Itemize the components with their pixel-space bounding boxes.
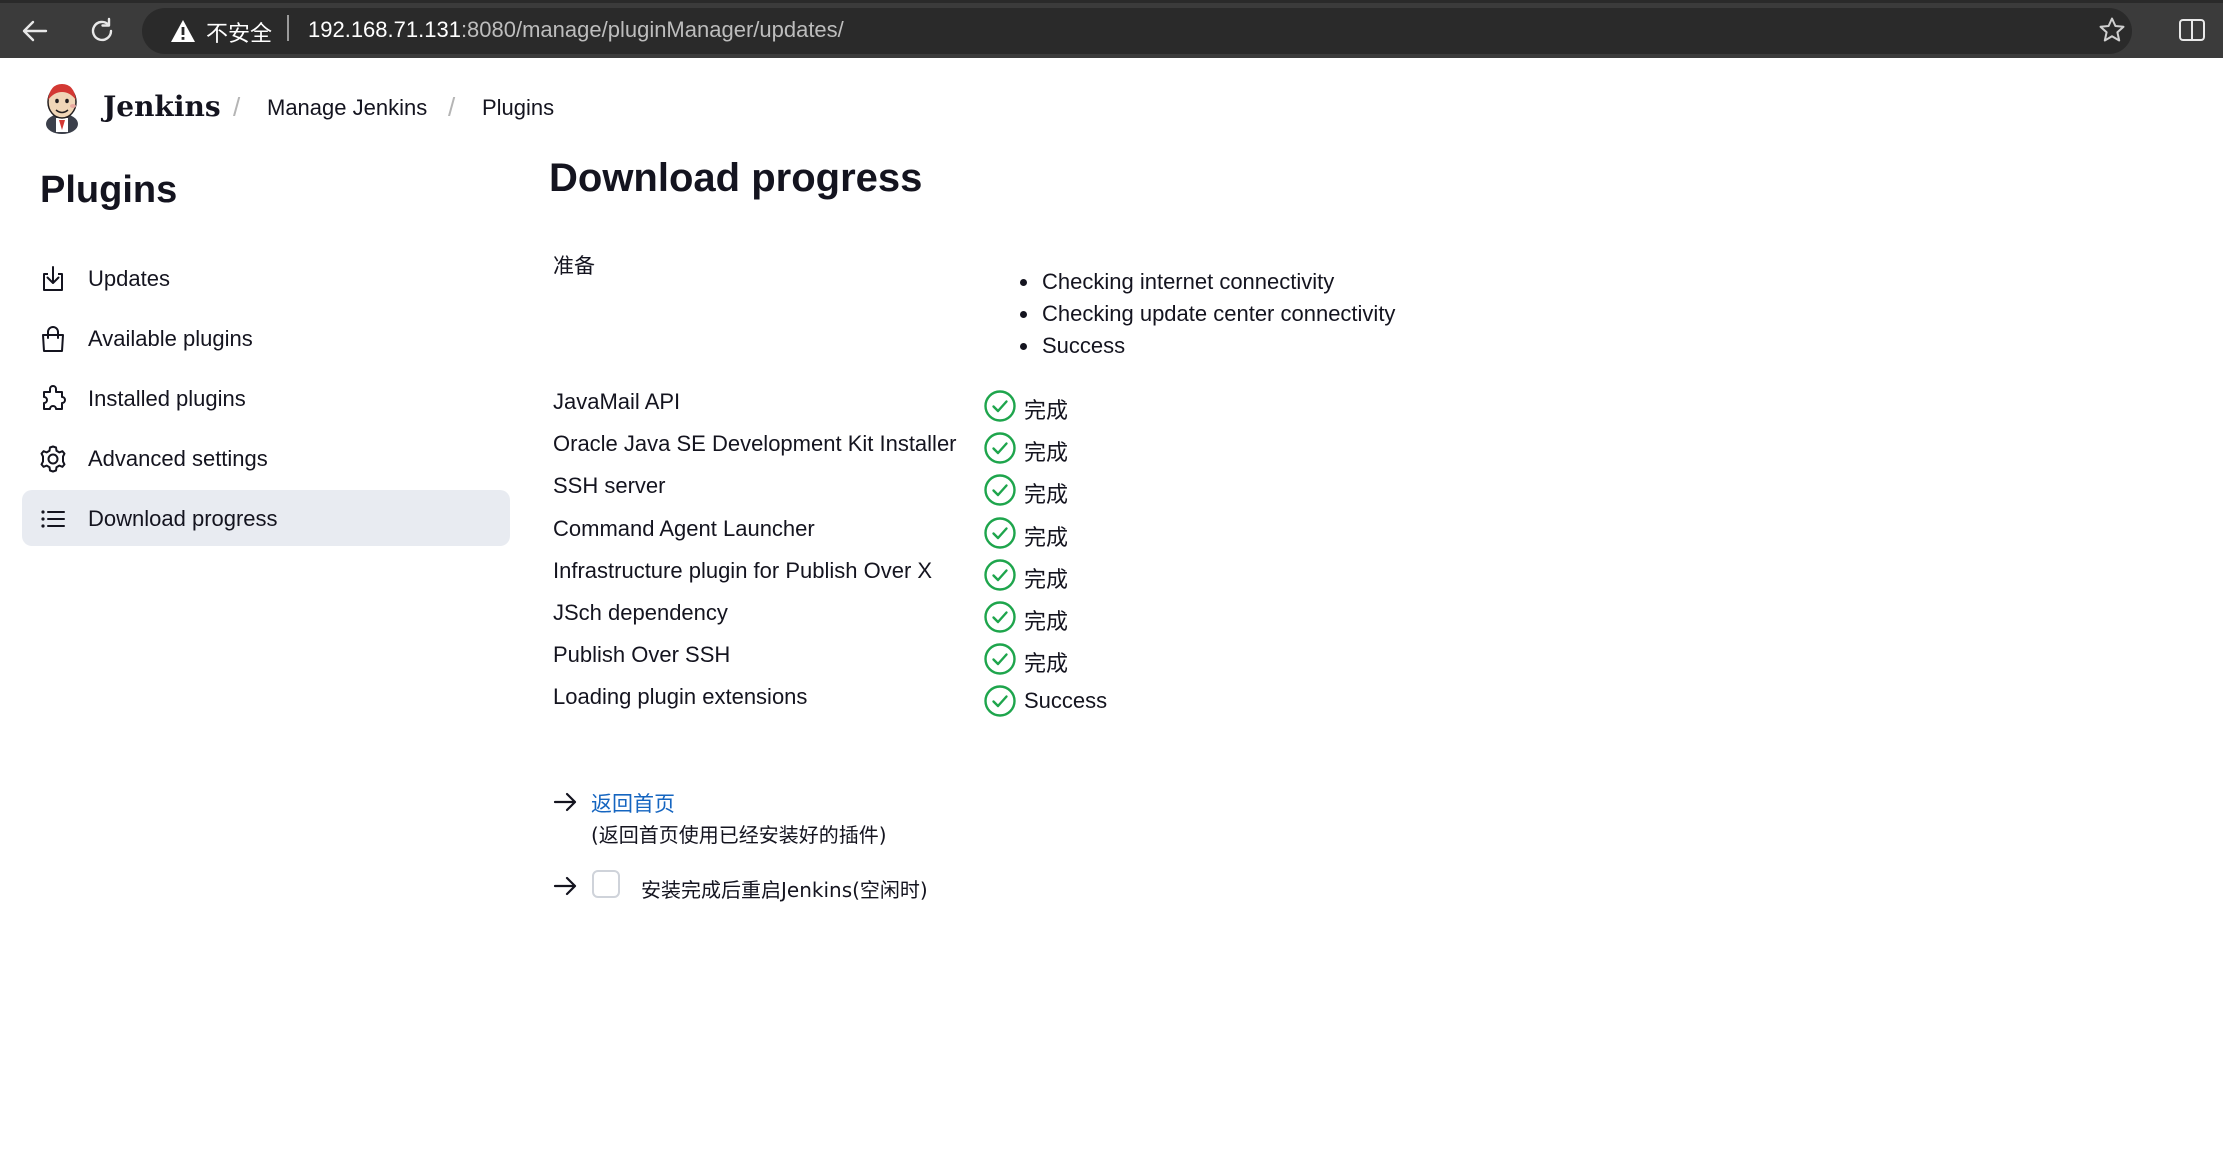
sidebar-item-label: Installed plugins: [88, 386, 246, 411]
success-check-icon: [984, 685, 1016, 718]
arrow-right-icon: [553, 876, 577, 896]
breadcrumb-separator: /: [448, 92, 456, 122]
url-host: 192.168.71.131: [308, 17, 461, 42]
brand-name[interactable]: Jenkins: [103, 90, 221, 123]
plugin-status: Success: [1024, 688, 1108, 714]
plugin-name: SSH server: [553, 473, 666, 499]
sidebar-item-available-plugins[interactable]: Available plugins: [22, 310, 510, 366]
list-item: Success: [1020, 330, 1395, 362]
arrow-right-icon: [553, 792, 577, 812]
tab-strip-edge: [0, 0, 2223, 3]
url-path: :8080/manage/pluginManager/updates/: [460, 17, 844, 42]
success-check-icon: [984, 643, 1016, 675]
plugin-name: Infrastructure plugin for Publish Over X: [553, 557, 933, 583]
warning-icon[interactable]: [170, 19, 196, 43]
plugin-name: Loading plugin extensions: [553, 684, 808, 710]
plugin-row: Publish Over SSH 完成: [553, 638, 1353, 680]
puzzle-icon: [43, 385, 66, 410]
plugin-status: 完成: [1024, 441, 1069, 467]
breadcrumb-plugins[interactable]: Plugins: [482, 95, 554, 121]
restart-jenkins-label[interactable]: 安装完成后重启Jenkins(空闲时): [641, 874, 928, 903]
plugin-status: 完成: [1024, 610, 1069, 635]
plugin-row: Oracle Java SE Development Kit Installer…: [553, 427, 1353, 469]
success-check-icon: [984, 601, 1016, 633]
plugin-row: JavaMail API 完成: [553, 385, 1353, 427]
sidebar-item-download-progress[interactable]: Download progress: [22, 490, 510, 546]
plugin-row: JSch dependency 完成: [553, 596, 1353, 638]
security-status-text[interactable]: 不安全: [206, 16, 272, 48]
plugin-name: Oracle Java SE Development Kit Installer: [553, 431, 957, 457]
sidebar-item-label: Download progress: [88, 506, 278, 531]
sidebar-item-installed-plugins[interactable]: Installed plugins: [22, 370, 510, 426]
plugin-name: JavaMail API: [553, 389, 681, 414]
plugin-status: 完成: [1024, 483, 1069, 509]
breadcrumb-manage-jenkins[interactable]: Manage Jenkins: [267, 95, 427, 121]
list-item: Checking internet connectivity: [1020, 266, 1395, 298]
plugin-row: SSH server 完成: [553, 469, 1353, 511]
go-back-home-link[interactable]: 返回首页: [591, 788, 675, 818]
plugin-status: 完成: [1024, 567, 1069, 593]
jenkins-logo[interactable]: [40, 80, 84, 136]
browser-toolbar: 不安全 192.168.71.131:8080/manage/pluginMan…: [0, 0, 2223, 58]
plugin-name: Publish Over SSH: [553, 642, 731, 668]
plugin-row: Infrastructure plugin for Publish Over X…: [553, 554, 1353, 596]
plugin-status: 完成: [1024, 652, 1069, 678]
go-back-description: (返回首页使用已经安装好的插件): [591, 823, 887, 847]
plugin-status: 完成: [1024, 525, 1069, 551]
success-check-icon: [984, 390, 1016, 422]
sidebar-title: Plugins: [40, 169, 178, 211]
page-title: Download progress: [549, 156, 923, 200]
plugin-row: Command Agent Launcher 完成: [553, 512, 1353, 554]
success-check-icon: [984, 474, 1016, 507]
reload-icon: [91, 17, 113, 42]
plugin-name: Command Agent Launcher: [553, 515, 815, 541]
breadcrumb-separator: /: [233, 92, 241, 122]
back-arrow-icon: [22, 20, 48, 42]
url-text[interactable]: 192.168.71.131:8080/manage/pluginManager…: [308, 17, 844, 43]
preparation-steps: Checking internet connectivity Checking …: [1020, 266, 1395, 362]
restart-jenkins-checkbox[interactable]: [592, 870, 620, 898]
plugin-name: JSch dependency: [553, 600, 728, 625]
shopping-bag-icon: [42, 326, 64, 352]
preparation-label: 准备: [553, 254, 595, 278]
plugin-row: Loading plugin extensions Success: [553, 680, 1353, 722]
address-divider: [287, 15, 289, 41]
sidebar-item-label: Advanced settings: [88, 446, 268, 471]
success-check-icon: [984, 516, 1016, 549]
sidebar-item-updates[interactable]: Updates: [22, 250, 510, 306]
back-button[interactable]: [18, 14, 52, 48]
sidebar-item-label: Updates: [88, 266, 170, 291]
success-check-icon: [984, 559, 1016, 591]
plugin-status: 完成: [1024, 399, 1069, 424]
bookmark-star-icon[interactable]: [2098, 16, 2126, 44]
list-item: Checking update center connectivity: [1020, 298, 1395, 330]
sidebar-item-advanced-settings[interactable]: Advanced settings: [22, 430, 510, 486]
split-screen-icon[interactable]: [2178, 18, 2206, 42]
sidebar-item-label: Available plugins: [88, 326, 253, 351]
download-icon: [43, 266, 63, 291]
reload-button[interactable]: [85, 14, 119, 48]
success-check-icon: [984, 432, 1016, 464]
gear-icon: [40, 445, 66, 473]
list-icon: [41, 510, 65, 528]
